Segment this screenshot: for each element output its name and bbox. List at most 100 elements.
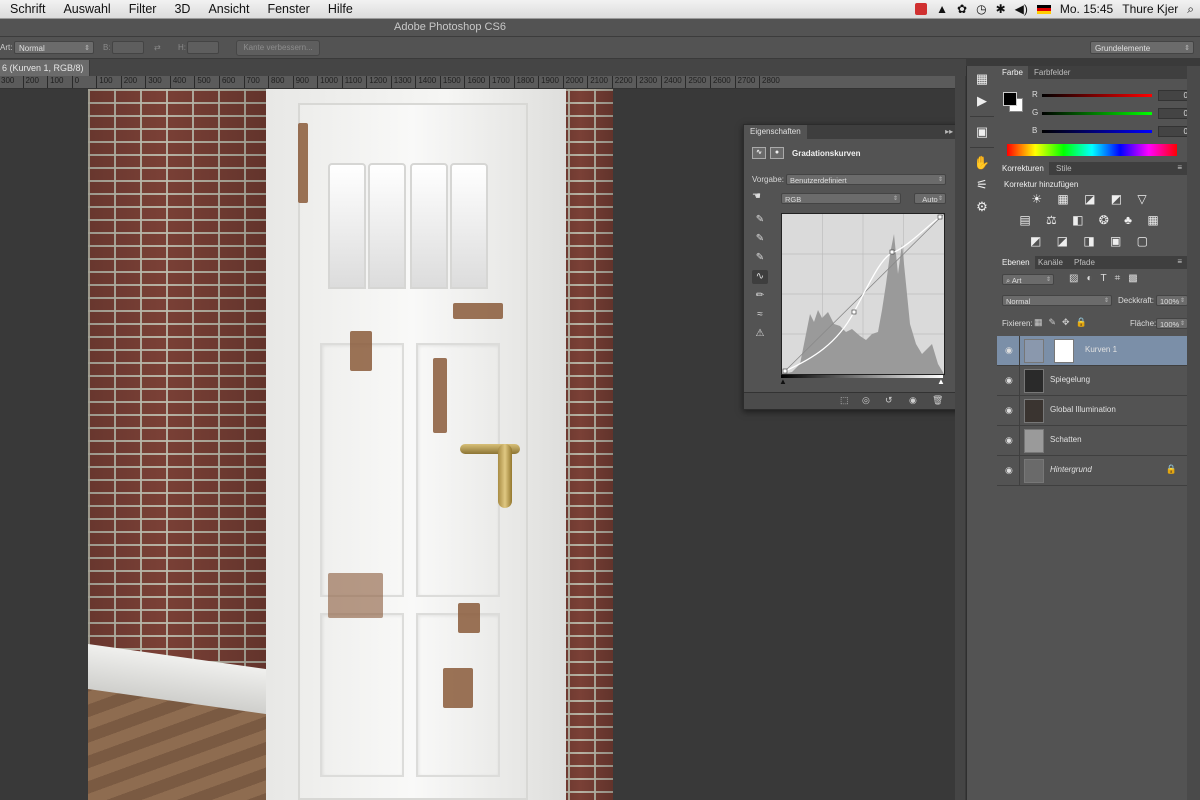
red-track[interactable] (1042, 94, 1152, 97)
layer-thumbnail[interactable] (1024, 369, 1044, 393)
opacity-field[interactable]: 100% (1156, 295, 1188, 307)
tool-presets-icon[interactable]: ⚟ (967, 174, 997, 196)
hand-tool-icon[interactable]: ☚ (752, 191, 761, 202)
horizontal-ruler[interactable]: 300 200 100 0 100 200 300 400 500 600 700 800 900 100… (0, 76, 955, 89)
curve-point[interactable] (937, 214, 943, 220)
adjustment-icons-row-3[interactable]: ◩ ◪ ◨ ▣ ▢ (997, 234, 1187, 248)
layer-thumbnail[interactable] (1024, 459, 1044, 483)
channel-dropdown[interactable]: RGB (781, 193, 901, 205)
curve-point[interactable] (851, 309, 857, 315)
mask-icon[interactable]: ● (770, 147, 784, 159)
tab-pfade[interactable]: Pfade (1069, 256, 1100, 269)
delete-icon[interactable]: 🗑 (932, 395, 943, 406)
panel-menu-icon[interactable]: ≡ (1177, 163, 1182, 172)
smooth-icon[interactable]: ≈ (752, 308, 768, 322)
volume-icon[interactable]: ◀) (1015, 2, 1028, 16)
blend-mode-dropdown[interactable]: Normal (1002, 295, 1112, 307)
menu-fenster[interactable]: Fenster (267, 2, 309, 16)
spotlight-search-icon[interactable]: ⌕ (1187, 2, 1194, 17)
menu-auswahl[interactable]: Auswahl (63, 2, 110, 16)
actions-play-icon[interactable]: ▶ (967, 90, 997, 112)
document-tab[interactable]: 6 (Kurven 1, RGB/8) * (0, 60, 90, 89)
layer-mask-thumbnail[interactable] (1054, 339, 1074, 363)
refine-edge-button[interactable]: Kante verbessern... (236, 40, 320, 56)
width-field[interactable] (112, 41, 144, 54)
adjustment-icons-row-2[interactable]: ▤ ⚖ ◧ ❂ ♣ ▦ (997, 213, 1187, 227)
tab-ebenen[interactable]: Ebenen (997, 256, 1035, 269)
curve-point[interactable] (889, 249, 895, 255)
timemachine-icon[interactable]: ◷ (976, 2, 986, 16)
layer-row[interactable]: ◉ Schatten (997, 426, 1187, 456)
eye-icon[interactable]: ◉ (1005, 435, 1013, 446)
curve-point[interactable] (782, 368, 788, 374)
layer-row[interactable]: ◉ Kurven 1 (997, 336, 1187, 366)
clipping-warning-icon[interactable]: ⚠ (752, 327, 768, 341)
swap-icon[interactable]: ⇄ (154, 41, 161, 54)
layer-name[interactable]: Global Illumination (1050, 405, 1116, 414)
green-slider[interactable]: G 0 (1032, 108, 1192, 120)
curve-svg[interactable] (782, 214, 944, 374)
black-point-slider[interactable]: ▲ (779, 377, 787, 386)
layer-row[interactable]: ◉ Hintergrund 🔒 (997, 456, 1187, 486)
tab-eigenschaften[interactable]: Eigenschaften (744, 125, 807, 139)
flag-icon[interactable] (1036, 4, 1051, 14)
menu-ansicht[interactable]: Ansicht (208, 2, 249, 16)
white-point-slider[interactable]: ▲ (937, 377, 945, 386)
tab-farbe[interactable]: Farbe (997, 66, 1028, 79)
menu-hilfe[interactable]: Hilfe (328, 2, 353, 16)
eyedropper-white-icon[interactable]: ✎ (752, 251, 768, 265)
eye-icon[interactable]: ◉ (1005, 405, 1013, 416)
history-icon[interactable]: ▦ (967, 68, 997, 90)
layer-row[interactable]: ◉ Spiegelung (997, 366, 1187, 396)
eyedropper-gray-icon[interactable]: ✎ (752, 232, 768, 246)
pencil-icon[interactable]: ✏ (752, 289, 768, 303)
curve-graph[interactable] (781, 213, 945, 375)
red-slider[interactable]: R 0 (1032, 90, 1192, 102)
vertical-scrollbar[interactable] (955, 76, 965, 800)
panel-menu-icon[interactable]: ≡ (1177, 257, 1182, 266)
lock-icons[interactable]: ▦✎✥🔒 (1034, 317, 1093, 328)
layer-filter-icons[interactable]: ▨◐T⌗▩ (1069, 273, 1146, 284)
art-dropdown[interactable]: Normal (14, 41, 94, 55)
blue-track[interactable] (1042, 130, 1152, 133)
visibility-icon[interactable]: ◉ (909, 395, 917, 406)
tab-kanaele[interactable]: Kanäle (1033, 256, 1068, 269)
reset-icon[interactable]: ↺ (885, 395, 893, 406)
panel-menu-icon[interactable]: ▸▸ ≡ (945, 127, 955, 136)
sync-icon[interactable]: ✿ (957, 2, 967, 16)
adjust-icon[interactable]: ⚙ (967, 196, 997, 218)
adobe-icon[interactable]: ▲ (936, 2, 948, 16)
height-field[interactable] (187, 41, 219, 54)
layer-name[interactable]: Spiegelung (1050, 375, 1090, 384)
view-previous-icon[interactable]: ◎ (862, 395, 870, 406)
layer-filter-dropdown[interactable]: ⌕ Art (1002, 274, 1054, 286)
eye-icon[interactable]: ◉ (1005, 345, 1013, 356)
green-track[interactable] (1042, 112, 1152, 115)
eye-icon[interactable]: ◉ (1005, 375, 1013, 386)
workspace-dropdown[interactable]: Grundelemente (1090, 41, 1194, 55)
color-spectrum[interactable] (1007, 144, 1177, 156)
menu-schrift[interactable]: Schrift (10, 2, 45, 16)
eyedropper-black-icon[interactable]: ✎ (752, 213, 768, 227)
curve-point-tool-icon[interactable]: ∿ (752, 270, 768, 284)
curves-icon[interactable]: ∿ (752, 147, 766, 159)
fill-field[interactable]: 100% (1156, 318, 1188, 330)
blue-slider[interactable]: B 0 (1032, 126, 1192, 138)
eye-icon[interactable]: ◉ (1005, 465, 1013, 476)
layer-thumbnail[interactable] (1024, 399, 1044, 423)
document-canvas[interactable]: Eigenschaften ▸▸ ≡ ∿ ● Gradationskurven … (0, 89, 955, 800)
user-name[interactable]: Thure Kjer (1122, 2, 1178, 16)
menu-3d[interactable]: 3D (174, 2, 190, 16)
tab-korrekturen[interactable]: Korrekturen (997, 162, 1049, 175)
layer-name[interactable]: Hintergrund (1050, 465, 1092, 474)
adjustment-icons-row-1[interactable]: ☀ ▦ ◪ ◩ ▽ (997, 192, 1187, 206)
info-icon[interactable]: ▣ (967, 121, 997, 143)
tab-farbfelder[interactable]: Farbfelder (1029, 66, 1075, 79)
brush-presets-icon[interactable]: ✋ (967, 152, 997, 174)
record-icon[interactable] (915, 3, 928, 15)
tab-stile[interactable]: Stile (1051, 162, 1077, 175)
bluetooth-icon[interactable]: ✱ (996, 2, 1006, 16)
layer-name[interactable]: Schatten (1050, 435, 1082, 444)
layer-thumbnail[interactable] (1024, 339, 1044, 363)
dock-scrollbar[interactable] (1187, 66, 1200, 800)
